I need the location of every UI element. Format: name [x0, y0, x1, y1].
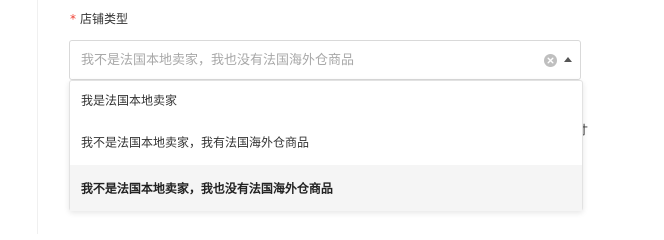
option-no-overseas-warehouse[interactable]: 我不是法国本地卖家，我也没有法国海外仓商品 [70, 165, 582, 211]
field-label: * 店铺类型 [70, 11, 128, 27]
option-label: 我是法国本地卖家 [81, 93, 178, 108]
option-label: 我不是法国本地卖家，我也没有法国海外仓商品 [81, 181, 334, 196]
select-dropdown: 我是法国本地卖家 我不是法国本地卖家，我有法国海外仓商品 我不是法国本地卖家，我… [69, 80, 583, 211]
shop-type-select[interactable]: 我不是法国本地卖家，我也没有法国海外仓商品 [69, 40, 581, 80]
field-label-text: 店铺类型 [80, 12, 129, 26]
content-left-border [37, 0, 38, 234]
select-value: 我不是法国本地卖家，我也没有法国海外仓商品 [81, 53, 355, 68]
option-overseas-warehouse[interactable]: 我不是法国本地卖家，我有法国海外仓商品 [70, 119, 582, 165]
caret-up-icon[interactable] [564, 57, 572, 62]
option-local-seller[interactable]: 我是法国本地卖家 [70, 81, 582, 119]
clear-circle-icon[interactable] [544, 54, 557, 67]
required-mark: * [70, 12, 76, 26]
option-label: 我不是法国本地卖家，我有法国海外仓商品 [81, 135, 310, 150]
